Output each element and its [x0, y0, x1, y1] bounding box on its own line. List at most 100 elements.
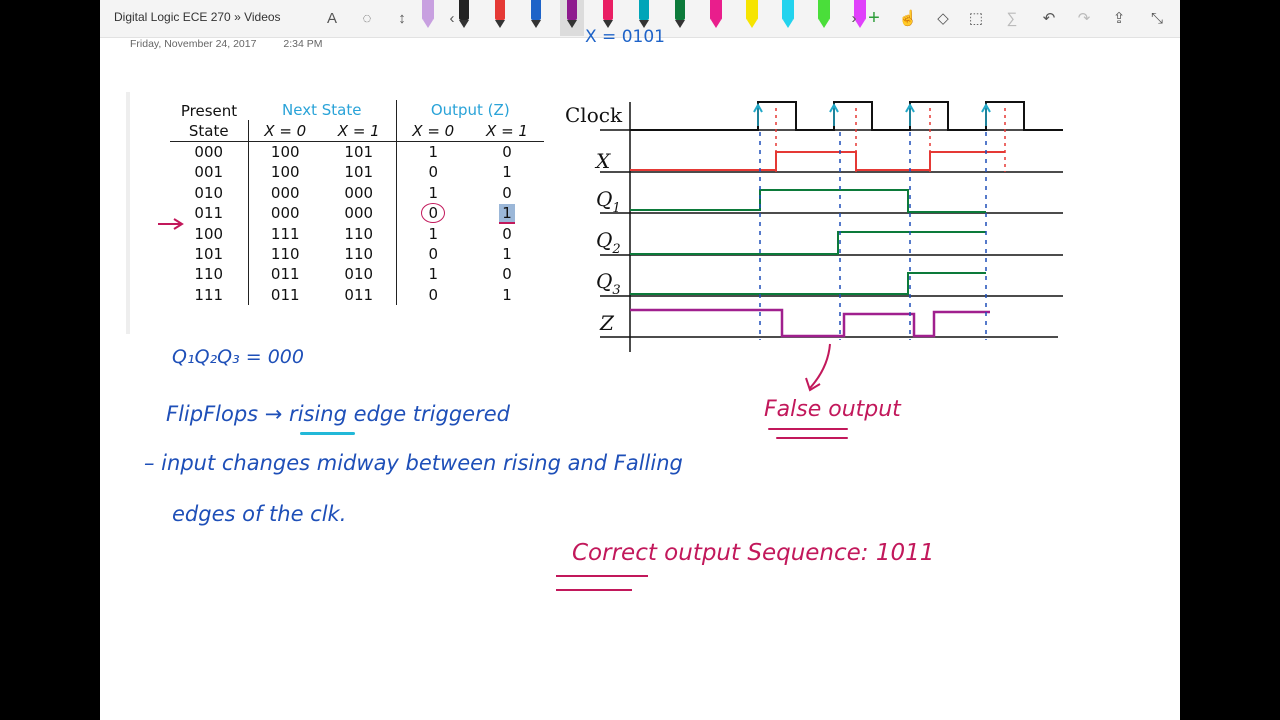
present-state-cell: 101: [194, 244, 224, 263]
false-output-arrow: [805, 343, 831, 392]
out-x1-cell: 0: [502, 183, 512, 202]
note-timestamp: Friday, November 24, 2017 2:34 PM: [130, 38, 346, 50]
out-x1-cell: 0: [502, 224, 512, 243]
type-text-icon[interactable]: A: [320, 0, 344, 36]
next-state-header: Next State: [282, 101, 362, 120]
out-x0-cell: 0: [395, 202, 470, 224]
lasso-select-icon[interactable]: ◌: [355, 0, 379, 36]
initial-state-note: Q₁Q₂Q₃ = 000: [172, 346, 304, 368]
out-x1-cell: 0: [502, 265, 512, 284]
flipflops-note: FlipFlops → rising edge triggered: [166, 402, 510, 426]
false-output-note: False output: [764, 397, 901, 422]
out-x0-cell: 0: [395, 162, 470, 183]
note-date: Friday, November 24, 2017: [130, 38, 257, 50]
next-x1-cell: 000: [344, 183, 374, 202]
next-x0-cell: 011: [247, 264, 322, 285]
pen-1-icon[interactable]: [457, 0, 471, 30]
out-x1-header: X = 1: [470, 120, 544, 142]
q1-trace: [630, 189, 986, 213]
out-x0-header: X = 0: [395, 120, 470, 142]
next-x1-cell: 110: [344, 244, 374, 263]
q1-label: Q1: [596, 187, 621, 216]
next-x0-header: X = 0: [247, 120, 322, 142]
state-row: 111 011 011 0 1: [170, 284, 544, 305]
collapse-icon[interactable]: ⤡: [1145, 0, 1169, 36]
state-row: 110 011 010 1 0: [170, 264, 544, 285]
z-trace: [630, 308, 990, 338]
timing-diagram: X = 0101 Clock X Q1 Q2 Q3 Z: [565, 27, 1063, 352]
top-note: X = 0101: [585, 27, 665, 47]
x-trace: [630, 151, 1005, 171]
out-x1-cell: 1: [502, 163, 512, 182]
next-x0-cell: 000: [247, 182, 322, 203]
clock-trace: [630, 101, 1063, 131]
state-table: Present Next State Output (Z) State X = …: [170, 100, 544, 305]
state-row: 001 100 101 0 1: [170, 162, 544, 183]
onenote-page: Digital Logic ECE 270 » Videos A ◌ ↕ ‹ › + ☝…: [100, 0, 1180, 720]
next-x1-cell: 010: [344, 265, 374, 284]
next-x0-cell: 000: [247, 202, 322, 224]
next-x1-cell: 011: [344, 285, 374, 304]
false-output-underline: [768, 428, 848, 430]
state-row: 101 110 110 0 1: [170, 243, 544, 265]
out-x0-cell: 0: [395, 243, 470, 265]
highlighted-output: 1: [499, 204, 515, 225]
output-header: Output (Z): [395, 100, 544, 121]
correct-underline-2: [556, 589, 632, 591]
out-x0-cell: 1: [395, 141, 470, 163]
next-x1-cell: 101: [344, 163, 374, 182]
present-state-cell: 111: [194, 285, 224, 304]
insert-space-icon[interactable]: ↕: [390, 0, 414, 36]
next-x1-cell: 000: [344, 204, 374, 223]
x-label: X: [594, 149, 611, 173]
current-row-arrow: [158, 218, 184, 230]
present-state-cell: 001: [194, 163, 224, 182]
next-x1-header: X = 1: [322, 120, 396, 142]
out-x1-cell: 0: [502, 142, 512, 161]
state-table-image: Present Next State Output (Z) State X = …: [126, 92, 550, 334]
false-output-underline-2: [776, 437, 848, 439]
next-x0-cell: 100: [247, 141, 322, 163]
next-x0-cell: 111: [247, 223, 322, 244]
correct-output-note: Correct output Sequence: 1011: [572, 540, 935, 566]
breadcrumb[interactable]: Digital Logic ECE 270 » Videos: [114, 10, 281, 24]
correct-underline: [556, 575, 648, 577]
next-x0-cell: 011: [247, 284, 322, 305]
out-x1-cell: 1: [470, 203, 544, 225]
out-x0-cell: 1: [395, 264, 470, 285]
input-change-note: – input changes midway between rising an…: [144, 451, 683, 475]
q3-trace: [630, 272, 986, 295]
state-row: 010 000 000 1 0: [170, 182, 544, 203]
pen-2-icon[interactable]: [493, 0, 507, 30]
next-x0-cell: 100: [247, 162, 322, 183]
state-row: 011 000 000 0 1: [170, 202, 544, 225]
q2-trace: [630, 231, 986, 255]
next-x1-cell: 101: [344, 142, 374, 161]
rising-underline: [300, 432, 355, 435]
clock-label: Clock: [565, 103, 623, 127]
out-x0-cell: 1: [395, 223, 470, 244]
state-row: 100 111 110 1 0: [170, 223, 544, 244]
out-x0-cell: 1: [395, 182, 470, 203]
out-x1-cell: 1: [502, 285, 512, 304]
next-x1-cell: 110: [344, 224, 374, 243]
edges-note: edges of the clk.: [172, 502, 347, 526]
highlighter-0-icon[interactable]: [421, 0, 435, 30]
out-x0-cell: 0: [395, 284, 470, 305]
present-header-1: Present: [180, 102, 238, 121]
present-state-cell: 010: [194, 183, 224, 202]
circled-output: 0: [421, 203, 446, 224]
out-x1-cell: 1: [502, 244, 512, 263]
present-state-cell: 110: [194, 265, 224, 284]
note-time: 2:34 PM: [283, 38, 323, 50]
timing-waveforms: [600, 101, 1063, 352]
present-header-2: State: [170, 120, 248, 142]
next-x0-cell: 110: [247, 243, 322, 265]
z-label: Z: [599, 311, 615, 335]
pen-3-icon[interactable]: [529, 0, 543, 30]
share-icon[interactable]: ⇪: [1107, 0, 1131, 36]
state-row: 000 100 101 1 0: [170, 141, 544, 163]
present-state-cell: 000: [194, 142, 224, 161]
q2-label: Q2: [596, 228, 621, 257]
q3-label: Q3: [596, 269, 621, 298]
